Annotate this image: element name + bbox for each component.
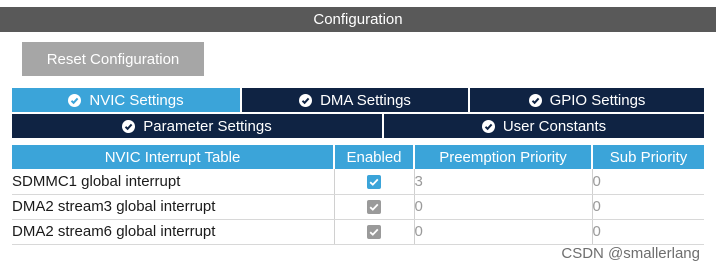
sub-priority-value[interactable]: 0: [592, 194, 704, 220]
tab-gpio-settings[interactable]: GPIO Settings: [470, 88, 704, 112]
reset-configuration-button[interactable]: Reset Configuration: [22, 42, 204, 76]
enabled-checkbox: [367, 200, 381, 215]
table-row[interactable]: DMA2 stream6 global interrupt 0 0: [12, 219, 704, 245]
config-title: Configuration: [313, 11, 403, 28]
nvic-interrupt-table: NVIC Interrupt Table Enabled Preemption …: [12, 145, 704, 245]
check-circle-icon: [68, 93, 82, 107]
enabled-checkbox: [367, 225, 381, 240]
watermark-text: CSDN @smallerlang: [561, 245, 700, 262]
preemption-priority-value[interactable]: 0: [414, 194, 593, 220]
table-row[interactable]: DMA2 stream3 global interrupt 0 0: [12, 194, 704, 220]
preemption-priority-value[interactable]: 0: [414, 219, 593, 245]
enabled-cell: [334, 169, 415, 195]
tab-nvic-settings[interactable]: NVIC Settings: [12, 88, 240, 112]
column-header-sub-priority[interactable]: Sub Priority: [592, 145, 704, 169]
check-circle-icon: [528, 93, 542, 107]
enabled-cell: [334, 194, 415, 220]
tab-label: Parameter Settings: [143, 117, 272, 135]
tab-label: DMA Settings: [320, 91, 411, 109]
sub-priority-value[interactable]: 0: [592, 169, 704, 195]
tab-user-constants[interactable]: User Constants: [384, 114, 704, 138]
check-circle-icon: [481, 119, 495, 133]
enabled-checkbox[interactable]: [367, 174, 381, 189]
check-circle-icon: [299, 93, 313, 107]
tab-parameter-settings[interactable]: Parameter Settings: [12, 114, 382, 138]
sub-priority-value[interactable]: 0: [592, 219, 704, 245]
column-header-interrupt[interactable]: NVIC Interrupt Table: [12, 145, 335, 169]
table-row[interactable]: SDMMC1 global interrupt 3 0: [12, 169, 704, 195]
config-title-bar: Configuration: [0, 0, 716, 32]
tab-label: NVIC Settings: [89, 91, 184, 109]
column-header-preemption[interactable]: Preemption Priority: [414, 145, 593, 169]
tab-label: User Constants: [502, 117, 607, 135]
interrupt-name: DMA2 stream3 global interrupt: [12, 194, 335, 220]
tab-dma-settings[interactable]: DMA Settings: [242, 88, 468, 112]
check-circle-icon: [122, 119, 136, 133]
interrupt-name: DMA2 stream6 global interrupt: [12, 219, 335, 245]
table-header-row: NVIC Interrupt Table Enabled Preemption …: [12, 145, 704, 169]
column-header-enabled[interactable]: Enabled: [334, 145, 415, 169]
tab-label: GPIO Settings: [549, 91, 646, 109]
interrupt-name: SDMMC1 global interrupt: [12, 169, 335, 195]
preemption-priority-value[interactable]: 3: [414, 169, 593, 195]
enabled-cell: [334, 219, 415, 245]
